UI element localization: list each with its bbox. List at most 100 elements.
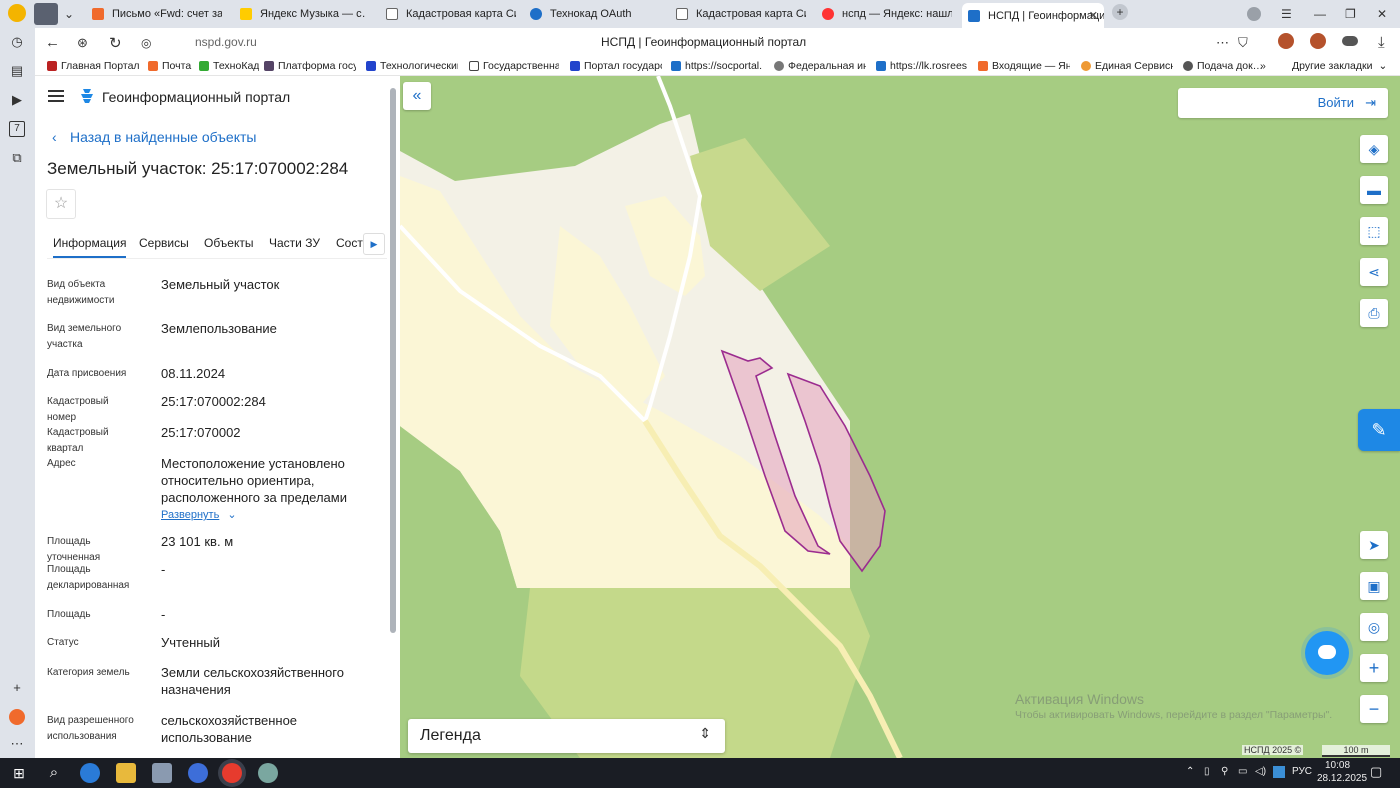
tab-mail[interactable]: Письмо «Fwd: счет за де… xyxy=(92,3,222,25)
tab-list-icon[interactable]: ⌄ xyxy=(64,0,74,28)
app-icon[interactable] xyxy=(152,763,172,783)
menu-icon[interactable]: ☰ xyxy=(1281,0,1292,28)
screenshot-icon[interactable]: ⧉ xyxy=(9,150,25,166)
tab-cadastral-2[interactable]: Кадастровая карта Сиби… xyxy=(676,3,806,25)
collapse-panel-button[interactable]: « xyxy=(403,82,431,110)
bookmark-item[interactable]: Портал государст… xyxy=(570,60,662,72)
panel-scrollbar[interactable] xyxy=(390,88,396,633)
maximize-icon[interactable]: ❐ xyxy=(1345,0,1356,28)
notifications-icon[interactable]: ▢ xyxy=(1370,764,1382,780)
bookmark-item[interactable]: Главная Портал З… xyxy=(47,60,139,72)
ruler-icon[interactable]: ▬ xyxy=(1360,176,1388,204)
bookmark-item[interactable]: Государственная… xyxy=(469,60,559,72)
field-label: Кадастровый номер xyxy=(47,396,109,423)
tab-technokad[interactable]: Технокад OAuth xyxy=(530,3,660,25)
back-to-results-link[interactable]: ‹ Назад в найденные объекты xyxy=(52,129,257,145)
language-indicator[interactable]: РУС xyxy=(1292,766,1312,777)
network-icon[interactable]: ▭ xyxy=(1238,766,1247,777)
map-view[interactable]: « Войти ⇥ ◈ ▬ ⬚ ⋖ ⎙ ✎ ➤ ▣ ◎ + − Активация… xyxy=(400,76,1400,758)
bookmark-item[interactable]: Федеральная инф… xyxy=(774,60,866,72)
zoom-in-button[interactable]: + xyxy=(1360,654,1388,682)
yandex-browser-icon[interactable] xyxy=(222,763,242,783)
layers-icon[interactable]: ◈ xyxy=(1360,135,1388,163)
extension-icon[interactable] xyxy=(1278,33,1294,49)
bookmark-item[interactable]: Платформа госуд… xyxy=(264,60,356,72)
bookmark-item[interactable]: Почта xyxy=(148,60,194,72)
bookmark-item[interactable]: ТехноКад xyxy=(199,60,259,72)
bookmark-item[interactable]: https://socportal.… xyxy=(671,60,763,72)
clock-time[interactable]: 10:08 xyxy=(1325,760,1350,771)
expand-address-link[interactable]: Развернуть ⌄ xyxy=(161,508,237,521)
history-icon[interactable]: ◷ xyxy=(9,34,25,50)
tab-services[interactable]: Сервисы xyxy=(139,236,189,250)
new-tab-button[interactable]: + xyxy=(1112,4,1128,20)
start-icon[interactable]: ⊞ xyxy=(9,763,29,783)
feedback-icon[interactable]: ✎ xyxy=(1358,409,1400,451)
tab-yandex-search[interactable]: нспд — Яндекс: нашлось… xyxy=(822,3,952,25)
calendar-icon[interactable]: 7 xyxy=(9,121,25,137)
collections-icon[interactable]: ▤ xyxy=(9,63,25,79)
field-value: 25:17:070002:284 xyxy=(161,394,266,409)
favorite-star-icon[interactable]: ☆ xyxy=(46,189,76,219)
login-button[interactable]: Войти ⇥ xyxy=(1178,88,1388,118)
tab-information[interactable]: Информация xyxy=(53,236,127,258)
share-icon[interactable]: ⋖ xyxy=(1360,258,1388,286)
tab-objects[interactable]: Объекты xyxy=(204,236,254,250)
location-search-icon[interactable]: ◎ xyxy=(1360,613,1388,641)
extension-icon[interactable] xyxy=(1342,36,1358,46)
print-icon[interactable]: ⎙ xyxy=(1360,299,1388,327)
tab-parts[interactable]: Части ЗУ xyxy=(269,236,320,250)
bookmark-label: Государственная… xyxy=(483,60,559,72)
chat-button[interactable] xyxy=(1305,631,1349,675)
bookmark-item[interactable]: https://lk.rosrees… xyxy=(876,60,968,72)
search-icon[interactable]: ⌕ xyxy=(44,763,64,783)
clock-date[interactable]: 28.12.2025 xyxy=(1317,773,1367,784)
extension-icon[interactable] xyxy=(1310,33,1326,49)
close-window-icon[interactable]: ✕ xyxy=(1377,0,1387,28)
internet-explorer-icon[interactable] xyxy=(80,763,100,783)
back-link-label: Назад в найденные объекты xyxy=(70,129,257,145)
audio-tab-icon[interactable] xyxy=(34,3,58,25)
bookmark-item[interactable]: Подача док… xyxy=(1183,60,1263,72)
url-field[interactable]: nspd.gov.ru xyxy=(195,35,257,49)
more-icon[interactable]: ⋯ xyxy=(9,736,25,752)
bookmark-label: Входящие — Янде… xyxy=(992,60,1070,72)
tab-music[interactable]: Яндекс Музыка — с… xyxy=(240,3,365,25)
tray-chevron-icon[interactable]: ⌃ xyxy=(1186,766,1194,777)
reload-icon[interactable]: ↻ xyxy=(109,34,122,52)
tab-nspd-active[interactable]: НСПД | Геоинформаци… ✕ xyxy=(962,3,1104,28)
download-icon[interactable]: ⤓ xyxy=(1378,34,1385,51)
zoom-out-button[interactable]: − xyxy=(1360,695,1388,723)
browser-profile-icon[interactable] xyxy=(8,4,26,22)
tab-cadastral-1[interactable]: Кадастровая карта Сиби… xyxy=(386,3,516,25)
hamburger-menu-icon[interactable] xyxy=(48,90,64,102)
video-icon[interactable]: ▶ xyxy=(9,92,25,108)
tabs-scroll-right-button[interactable]: ▶ xyxy=(363,233,385,255)
bookmark-item[interactable]: Единая Сервисна… xyxy=(1081,60,1173,72)
legend-dropdown[interactable]: Легенда ⇕ xyxy=(408,719,725,753)
tray-app-icon[interactable] xyxy=(1273,766,1285,778)
bookmark-item[interactable]: Входящие — Янде… xyxy=(978,60,1070,72)
bookmark-icon[interactable]: ⛉ xyxy=(1238,35,1248,51)
minimap-icon[interactable]: ▣ xyxy=(1360,572,1388,600)
bookmark-item[interactable]: Технологический… xyxy=(366,60,458,72)
account-icon[interactable] xyxy=(1247,0,1261,28)
close-icon[interactable]: ✕ xyxy=(1089,9,1098,22)
file-explorer-icon[interactable] xyxy=(116,763,136,783)
tray-icon[interactable]: ▯ xyxy=(1204,766,1210,777)
site-info-icon[interactable]: ◎ xyxy=(141,36,151,50)
bookmarks-overflow-icon[interactable]: » xyxy=(1260,60,1266,72)
other-bookmarks[interactable]: Другие закладки ⌄ xyxy=(1292,60,1387,72)
tray-icon[interactable]: ⚲ xyxy=(1221,766,1228,777)
back-icon[interactable]: ← xyxy=(45,34,60,51)
yandex-app-icon[interactable] xyxy=(188,763,208,783)
select-area-icon[interactable]: ⬚ xyxy=(1360,217,1388,245)
app-icon[interactable] xyxy=(258,763,278,783)
add-icon[interactable]: + xyxy=(9,680,25,696)
shield-icon[interactable]: ⊛ xyxy=(77,35,88,51)
volume-icon[interactable]: ◁) xyxy=(1255,766,1266,777)
more-actions-icon[interactable]: ⋯ xyxy=(1216,35,1229,51)
mail-app-icon[interactable] xyxy=(9,709,25,725)
geolocation-icon[interactable]: ➤ xyxy=(1360,531,1388,559)
minimize-icon[interactable]: — xyxy=(1314,0,1326,28)
